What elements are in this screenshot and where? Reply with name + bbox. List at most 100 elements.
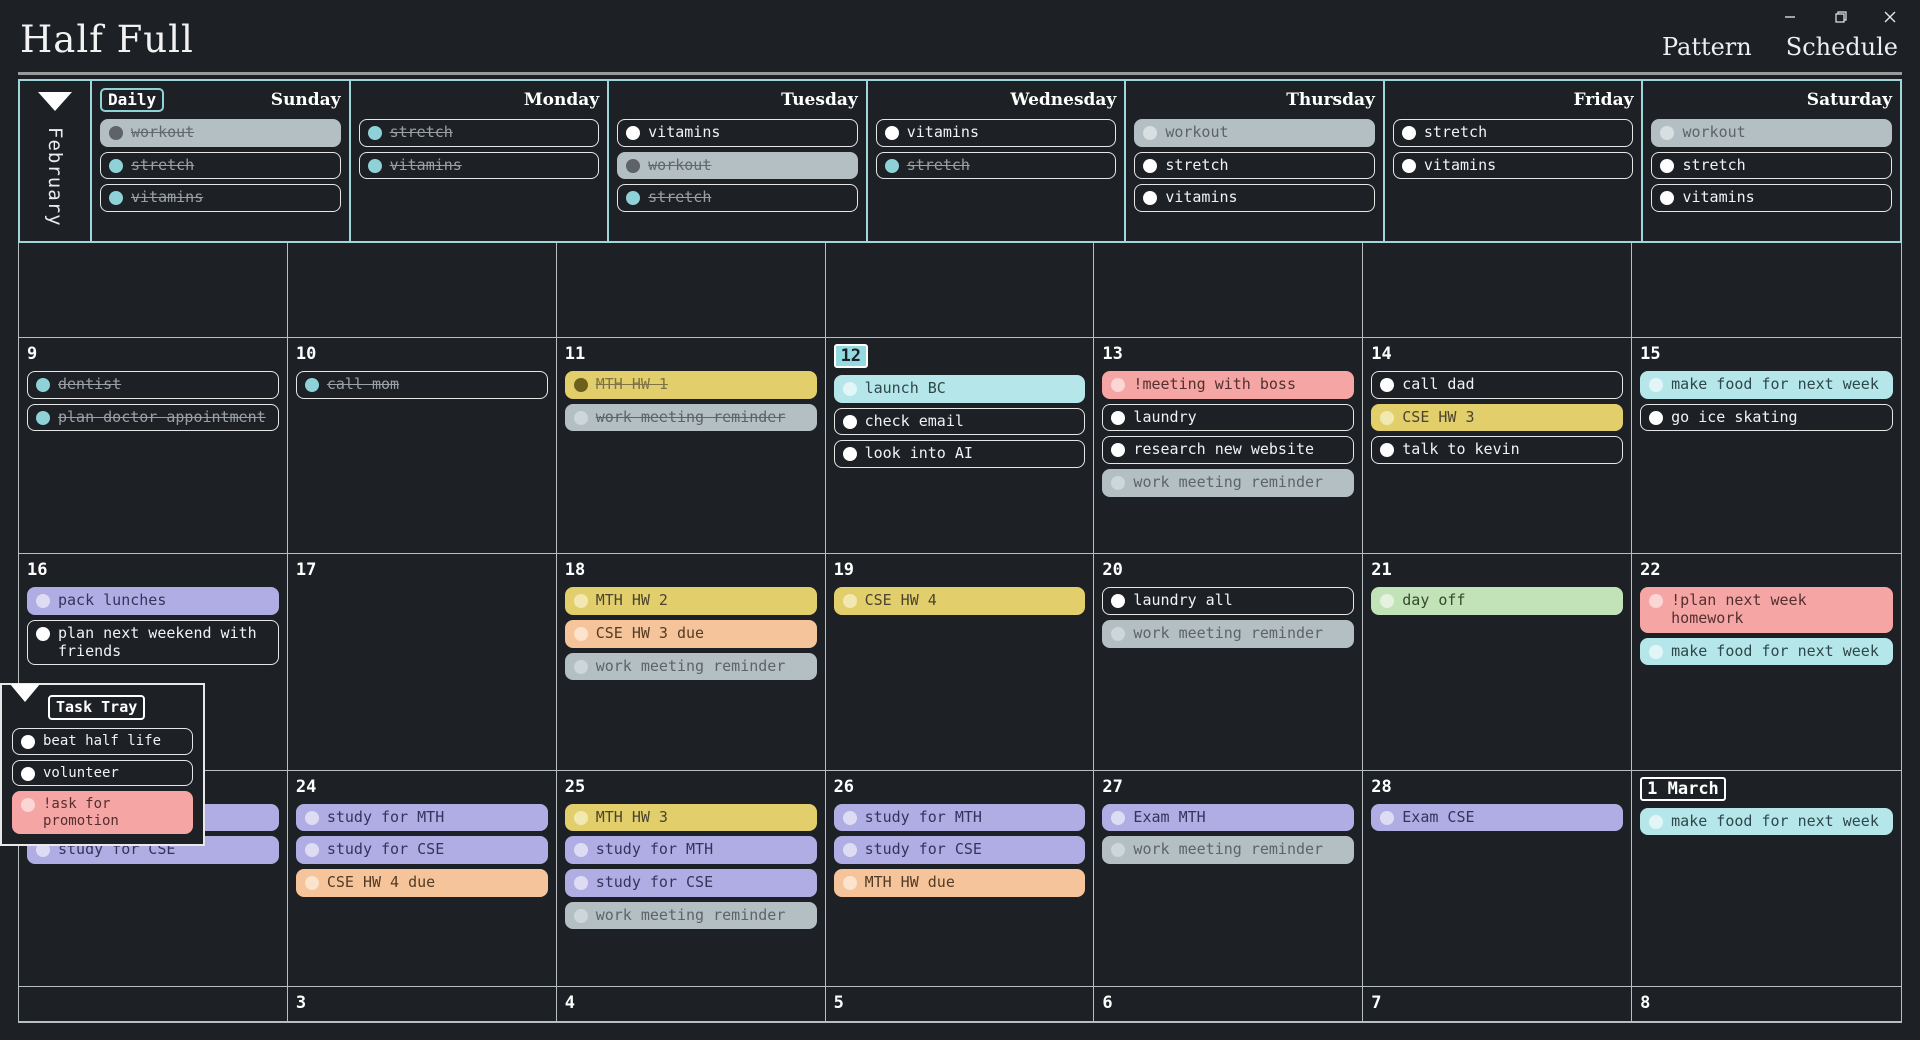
task-pill[interactable]: CSE HW 3 due	[564, 620, 817, 648]
task-status-dot-icon[interactable]	[1649, 594, 1664, 609]
task-pill[interactable]: MTH HW due	[833, 869, 1086, 897]
task-status-dot-icon[interactable]	[573, 843, 588, 858]
calendar-day-cell-11[interactable]: 11 MTH HW 1 work meeting reminder	[556, 338, 826, 555]
calendar-day-cell-18[interactable]: 18 MTH HW 2 CSE HW 3 due work meeting remin…	[556, 554, 826, 771]
task-status-dot-icon[interactable]	[304, 810, 319, 825]
task-status-dot-icon[interactable]	[36, 627, 50, 642]
task-status-dot-icon[interactable]	[109, 126, 123, 140]
task-pill[interactable]: stretch	[100, 151, 341, 180]
task-pill[interactable]: laundry all	[1102, 587, 1355, 616]
task-status-dot-icon[interactable]	[1649, 378, 1664, 392]
task-pill[interactable]: work meeting reminder	[564, 652, 817, 681]
calendar-day-cell-1-March[interactable]: 1 March make food for next week	[1632, 771, 1901, 987]
task-status-dot-icon[interactable]	[842, 447, 857, 462]
task-status-dot-icon[interactable]	[573, 627, 588, 642]
task-pill[interactable]: plan next weekend with friends	[27, 620, 279, 666]
task-status-dot-icon[interactable]	[21, 735, 35, 749]
task-status-dot-icon[interactable]	[842, 876, 857, 891]
task-pill[interactable]: work meeting reminder	[1102, 469, 1355, 497]
task-pill[interactable]: vitamins	[358, 151, 600, 180]
task-pill[interactable]: study for MTH	[295, 803, 548, 832]
task-status-dot-icon[interactable]	[573, 594, 588, 609]
task-pill[interactable]: workout	[100, 119, 341, 147]
task-pill[interactable]: call mom	[295, 371, 548, 399]
calendar-day-cell-empty[interactable]	[19, 986, 288, 1022]
task-status-dot-icon[interactable]	[1143, 126, 1158, 140]
nav-schedule[interactable]: Schedule	[1786, 33, 1898, 61]
task-pill[interactable]: vitamins	[875, 119, 1117, 147]
task-pill[interactable]: go ice skating	[1640, 403, 1893, 432]
calendar-day-cell-12[interactable]: 12 launch BC check email look into AI	[825, 338, 1095, 555]
calendar-day-cell-empty[interactable]	[1094, 243, 1364, 338]
calendar-day-cell-15[interactable]: 15 make food for next week go ice skating	[1632, 338, 1901, 555]
task-status-dot-icon[interactable]	[573, 876, 588, 891]
task-status-dot-icon[interactable]	[573, 378, 588, 392]
calendar-day-cell-empty[interactable]	[825, 243, 1095, 338]
calendar-day-cell-7[interactable]: 7	[1363, 986, 1633, 1022]
task-status-dot-icon[interactable]	[884, 158, 899, 173]
task-pill[interactable]: work meeting reminder	[1102, 836, 1355, 865]
task-pill[interactable]: work meeting reminder	[1102, 620, 1355, 648]
task-pill[interactable]: vitamins	[1651, 184, 1893, 213]
task-pill[interactable]: stretch	[1651, 151, 1893, 180]
task-status-dot-icon[interactable]	[36, 410, 50, 425]
task-pill[interactable]: research new website	[1102, 436, 1355, 465]
collapse-triangle-icon[interactable]	[38, 92, 72, 111]
task-status-dot-icon[interactable]	[573, 810, 588, 825]
task-pill[interactable]: stretch	[1134, 151, 1375, 180]
calendar-day-cell-25[interactable]: 25 MTH HW 3 study for MTH study for CSE work…	[556, 770, 826, 987]
task-pill[interactable]: dentist	[27, 371, 279, 399]
calendar-day-cell-3[interactable]: 3	[287, 986, 557, 1022]
calendar-day-cell-27[interactable]: 27 Exam MTH work meeting reminder	[1094, 770, 1364, 987]
task-pill[interactable]: talk to kevin	[1371, 436, 1624, 465]
task-pill[interactable]: volunteer	[12, 759, 193, 787]
task-pill[interactable]: MTH HW 3	[564, 803, 817, 832]
close-icon[interactable]	[1882, 9, 1898, 25]
task-pill[interactable]: !meeting with boss	[1102, 371, 1355, 399]
task-status-dot-icon[interactable]	[573, 659, 588, 674]
task-pill[interactable]: plan doctor appointment	[27, 403, 279, 432]
task-pill[interactable]: pack lunches	[27, 587, 279, 616]
task-pill[interactable]: vitamins	[617, 119, 858, 147]
task-pill[interactable]: Exam MTH	[1102, 803, 1355, 832]
calendar-day-cell-6[interactable]: 6	[1094, 986, 1364, 1022]
task-status-dot-icon[interactable]	[1649, 644, 1664, 659]
task-status-dot-icon[interactable]	[1380, 410, 1395, 425]
task-pill[interactable]: beat half life	[12, 728, 193, 755]
calendar-day-cell-8[interactable]: 8	[1632, 987, 1901, 1022]
task-status-dot-icon[interactable]	[842, 594, 857, 609]
task-pill[interactable]: study for CSE	[295, 836, 548, 865]
task-pill[interactable]: laundry	[1102, 403, 1355, 432]
task-pill[interactable]: work meeting reminder	[564, 901, 817, 930]
calendar-day-cell-19[interactable]: 19 CSE HW 4	[825, 554, 1095, 771]
task-status-dot-icon[interactable]	[1660, 126, 1675, 140]
task-pill[interactable]: vitamins	[100, 184, 341, 213]
task-pill[interactable]: CSE HW 4 due	[295, 869, 548, 897]
task-status-dot-icon[interactable]	[842, 810, 857, 825]
task-pill[interactable]: CSE HW 3	[1371, 403, 1624, 432]
maximize-icon[interactable]	[1832, 9, 1848, 25]
task-pill[interactable]: stretch	[1392, 119, 1634, 147]
calendar-day-cell-20[interactable]: 20 laundry all work meeting reminder	[1094, 554, 1364, 771]
calendar-day-cell-24[interactable]: 24 study for MTH study for CSE CSE HW 4 due	[287, 770, 557, 987]
task-status-dot-icon[interactable]	[1660, 158, 1675, 173]
task-pill[interactable]: !plan next week homework	[1640, 587, 1893, 633]
task-status-dot-icon[interactable]	[1111, 476, 1126, 491]
task-status-dot-icon[interactable]	[626, 158, 641, 173]
task-status-dot-icon[interactable]	[1380, 594, 1395, 609]
task-pill[interactable]: workout	[1651, 119, 1893, 147]
calendar-day-cell-5[interactable]: 5	[825, 986, 1095, 1022]
task-status-dot-icon[interactable]	[304, 378, 319, 392]
calendar-day-cell-26[interactable]: 26 study for MTH study for CSE MTH HW due	[825, 770, 1095, 987]
task-status-dot-icon[interactable]	[1380, 443, 1395, 458]
task-status-dot-icon[interactable]	[1111, 443, 1126, 458]
task-status-dot-icon[interactable]	[1143, 158, 1158, 173]
task-pill[interactable]: day off	[1371, 587, 1624, 616]
tray-collapse-triangle-icon[interactable]	[10, 684, 40, 702]
task-pill[interactable]: MTH HW 2	[564, 587, 817, 616]
task-pill[interactable]: work meeting reminder	[564, 403, 817, 432]
task-pill[interactable]: study for MTH	[833, 803, 1086, 832]
task-status-dot-icon[interactable]	[573, 410, 588, 425]
calendar-day-cell-9[interactable]: 9 dentist plan doctor appointment	[19, 338, 288, 555]
task-pill[interactable]: look into AI	[833, 440, 1086, 469]
